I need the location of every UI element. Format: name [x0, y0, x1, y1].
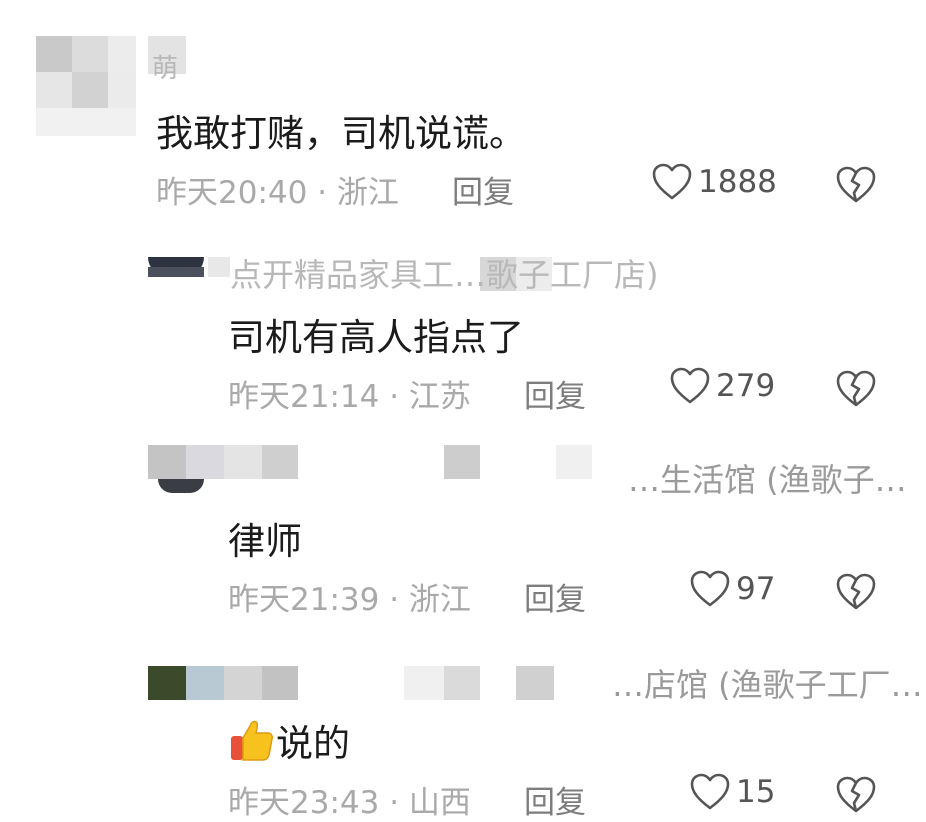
reply-button[interactable]: 回复: [524, 371, 586, 416]
avatar[interactable]: [148, 666, 298, 702]
like-button[interactable]: 279: [670, 367, 775, 405]
dislike-button[interactable]: [836, 573, 876, 611]
dislike-button[interactable]: [836, 776, 876, 814]
heart-outline-icon: [670, 367, 710, 405]
comment-text: 我敢打赌，司机说谎。: [156, 112, 526, 155]
comment-text-label: 说的: [276, 722, 350, 765]
like-button[interactable]: 15: [690, 773, 775, 811]
author-name[interactable]: 萌: [152, 48, 178, 85]
broken-heart-icon: [836, 166, 876, 204]
broken-heart-icon: [836, 573, 876, 611]
heart-outline-icon: [652, 163, 692, 201]
author-name[interactable]: …生活馆 (渔歌子…: [628, 455, 907, 501]
comment-meta: 昨天21:14 · 江苏: [228, 379, 471, 415]
like-button[interactable]: 97: [690, 570, 775, 608]
author-name[interactable]: 点开精品家具工…歌子工厂店): [230, 250, 659, 296]
comment-text: 律师: [228, 520, 302, 563]
reply-button[interactable]: 回复: [524, 777, 586, 822]
comment-meta: 昨天20:40 · 浙江: [156, 175, 399, 211]
like-count: 97: [736, 571, 776, 607]
dislike-button[interactable]: [836, 166, 876, 204]
broken-heart-icon: [836, 776, 876, 814]
like-count: 279: [716, 368, 776, 404]
comment-meta: 昨天21:39 · 浙江: [228, 582, 471, 618]
like-count: 1888: [698, 164, 777, 200]
reply-button[interactable]: 回复: [452, 167, 514, 212]
heart-outline-icon: [690, 773, 730, 811]
author-name[interactable]: …店馆 (渔歌子工厂…: [612, 660, 923, 706]
dislike-button[interactable]: [836, 370, 876, 408]
comment-meta: 昨天23:43 · 山西: [228, 785, 471, 821]
comment-text: 说的: [228, 713, 350, 767]
avatar[interactable]: [148, 445, 298, 495]
like-button[interactable]: 1888: [652, 163, 777, 201]
broken-heart-icon: [836, 370, 876, 408]
heart-outline-icon: [690, 570, 730, 608]
like-count: 15: [736, 774, 776, 810]
thumbs-up-emoji: [228, 716, 276, 764]
avatar[interactable]: [36, 36, 136, 136]
avatar[interactable]: [148, 257, 204, 293]
reply-button[interactable]: 回复: [524, 574, 586, 619]
comment-text: 司机有高人指点了: [228, 316, 524, 359]
